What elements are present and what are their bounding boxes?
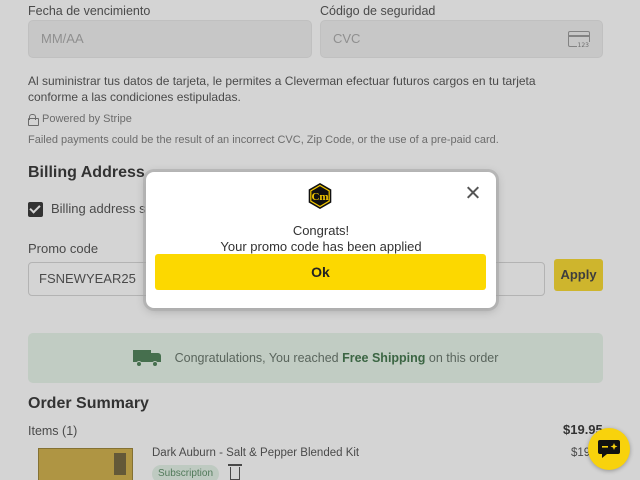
cleverman-logo: Cm — [308, 183, 332, 209]
promo-applied-dialog: Cm Congrats! Your promo code has been ap… — [146, 172, 496, 308]
ok-button[interactable]: Ok — [155, 254, 486, 290]
chat-icon — [598, 440, 620, 458]
dialog-message: Your promo code has been applied — [220, 239, 422, 254]
dialog-title: Congrats! — [292, 223, 350, 238]
svg-text:Cm: Cm — [311, 191, 328, 203]
close-icon[interactable] — [464, 184, 482, 202]
chat-button[interactable] — [588, 428, 630, 470]
